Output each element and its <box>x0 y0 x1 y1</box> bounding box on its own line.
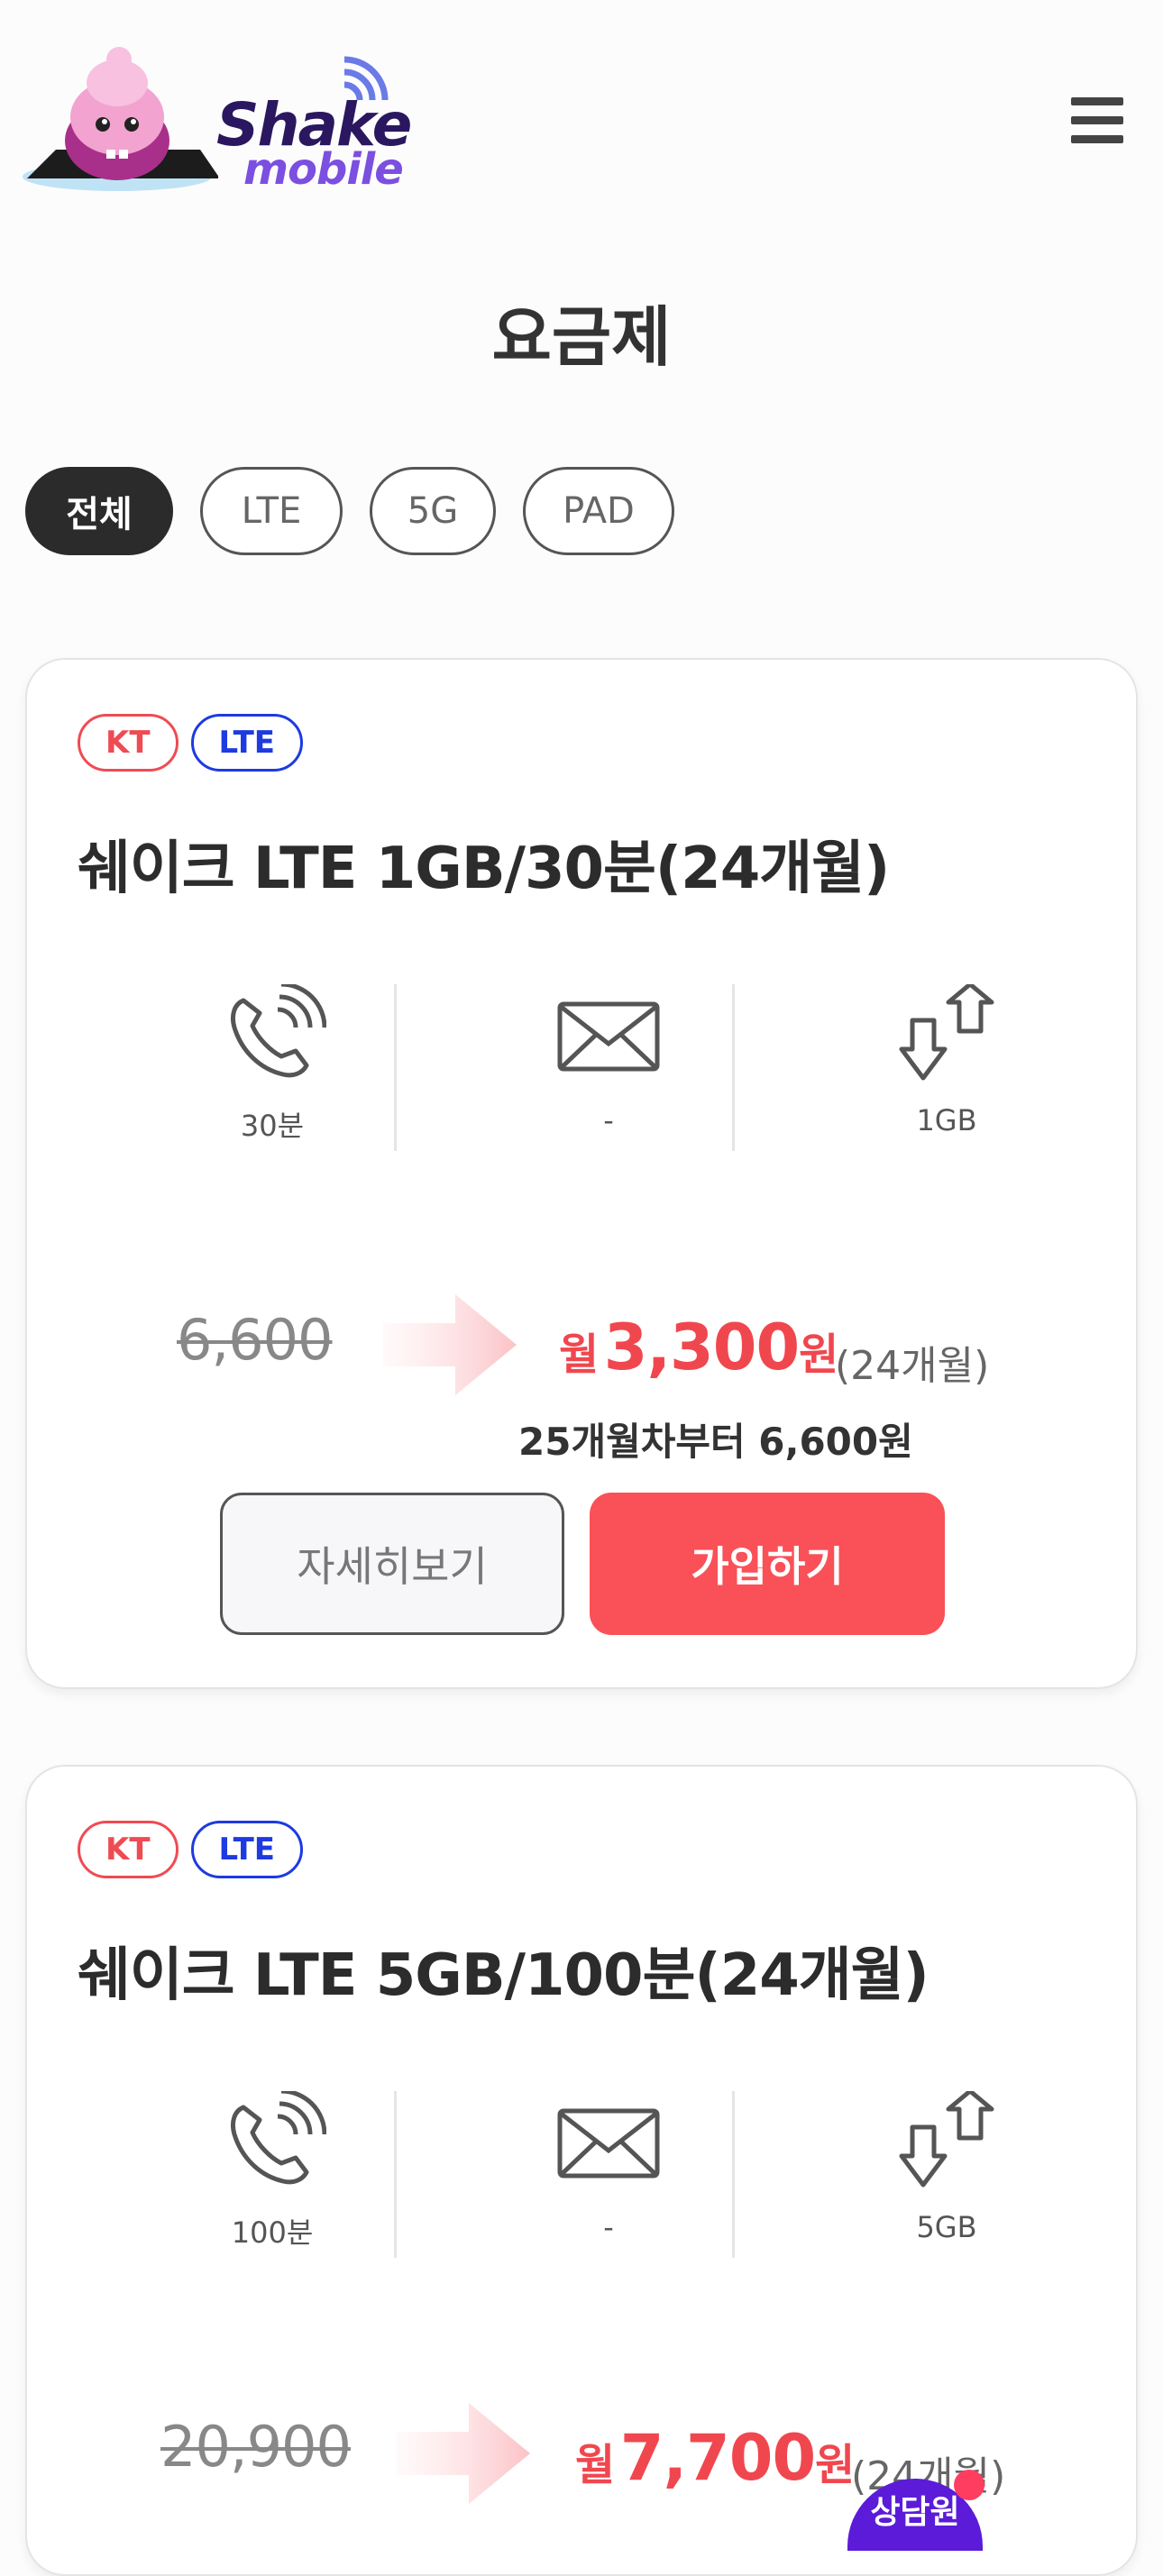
price-currency: 원 <box>799 1329 839 1380</box>
data-label: 1GB <box>916 1103 977 1137</box>
filter-chips: 전체 LTE 5G PAD <box>25 467 674 557</box>
carrier-badge: KT <box>78 1821 179 1878</box>
feature-divider <box>394 2091 397 2258</box>
price-month-prefix: 월 <box>575 2440 616 2490</box>
envelope-icon <box>557 1001 660 1072</box>
price-value: 3,300 <box>603 1311 800 1384</box>
phone-icon <box>230 984 326 1078</box>
plan-name: 쉐이크 LTE 1GB/30분(24개월) <box>78 836 890 902</box>
sale-price: 월 3,300원 <box>559 1311 838 1384</box>
menu-bar <box>1071 135 1123 143</box>
feature-divider <box>732 2091 735 2258</box>
sms-label: - <box>603 2210 614 2244</box>
plan-card: KT LTE 쉐이크 LTE 1GB/30분(24개월) 30분 - 1GB 6… <box>25 658 1138 1689</box>
plan-features: 100분 - 5GB <box>27 2091 1140 2271</box>
join-button[interactable]: 가입하기 <box>590 1493 945 1635</box>
original-price: 6,600 <box>177 1307 333 1373</box>
feature-divider <box>394 984 397 1151</box>
price-period: (24개월) <box>835 1343 990 1389</box>
brand-logo[interactable]: Shake mobile <box>20 43 412 196</box>
sms-label: - <box>603 1103 614 1137</box>
data-transfer-icon <box>899 2091 994 2188</box>
phone-icon <box>230 2091 326 2185</box>
feature-sms: - <box>473 984 744 1165</box>
filter-chip-lte[interactable]: LTE <box>200 467 343 555</box>
menu-icon[interactable] <box>1071 97 1127 144</box>
menu-bar <box>1071 116 1123 124</box>
price-month-prefix: 월 <box>559 1329 600 1380</box>
price-currency: 원 <box>815 2440 856 2490</box>
feature-divider <box>732 984 735 1151</box>
filter-chip-5g[interactable]: 5G <box>370 467 496 555</box>
network-badge: LTE <box>190 714 304 772</box>
plan-badges: KT LTE <box>78 714 304 772</box>
brand-name-line2: mobile <box>243 144 404 195</box>
plan-name: 쉐이크 LTE 5GB/100분(24개월) <box>78 1942 929 2009</box>
feature-sms: - <box>473 2091 744 2271</box>
after-period-note: 25개월차부터 6,600원 <box>518 1420 913 1464</box>
data-label: 5GB <box>916 2210 977 2244</box>
data-transfer-icon <box>899 984 994 1081</box>
feature-voice: 100분 <box>137 2091 408 2271</box>
original-price: 20,900 <box>160 2414 352 2480</box>
header: Shake mobile <box>0 0 1163 207</box>
plan-features: 30분 - 1GB <box>27 984 1140 1165</box>
voice-label: 30분 <box>240 1109 305 1143</box>
sale-price: 월 7,700원 <box>575 2421 855 2495</box>
feature-voice: 30분 <box>137 984 408 1165</box>
network-badge: LTE <box>190 1821 304 1878</box>
detail-button[interactable]: 자세히보기 <box>220 1493 564 1635</box>
plan-badges: KT LTE <box>78 1821 304 1878</box>
page-title: 요금제 <box>491 299 672 375</box>
arrow-right-icon <box>383 1294 517 1395</box>
arrow-right-icon <box>397 2403 530 2504</box>
menu-bar <box>1071 97 1123 105</box>
price-value: 7,700 <box>619 2421 816 2495</box>
carrier-badge: KT <box>78 714 179 772</box>
mascot-logo-icon <box>23 47 218 191</box>
voice-label: 100분 <box>231 2215 314 2250</box>
filter-chip-pad[interactable]: PAD <box>523 467 674 555</box>
envelope-icon <box>557 2108 660 2179</box>
filter-chip-all[interactable]: 전체 <box>25 467 173 555</box>
notification-dot <box>954 2470 984 2500</box>
chat-label: 상담원 <box>870 2494 960 2531</box>
feature-data: 5GB <box>811 2091 1082 2271</box>
plan-card: KT LTE 쉐이크 LTE 5GB/100분(24개월) 100분 - 5GB… <box>25 1765 1138 2576</box>
feature-data: 1GB <box>811 984 1082 1165</box>
